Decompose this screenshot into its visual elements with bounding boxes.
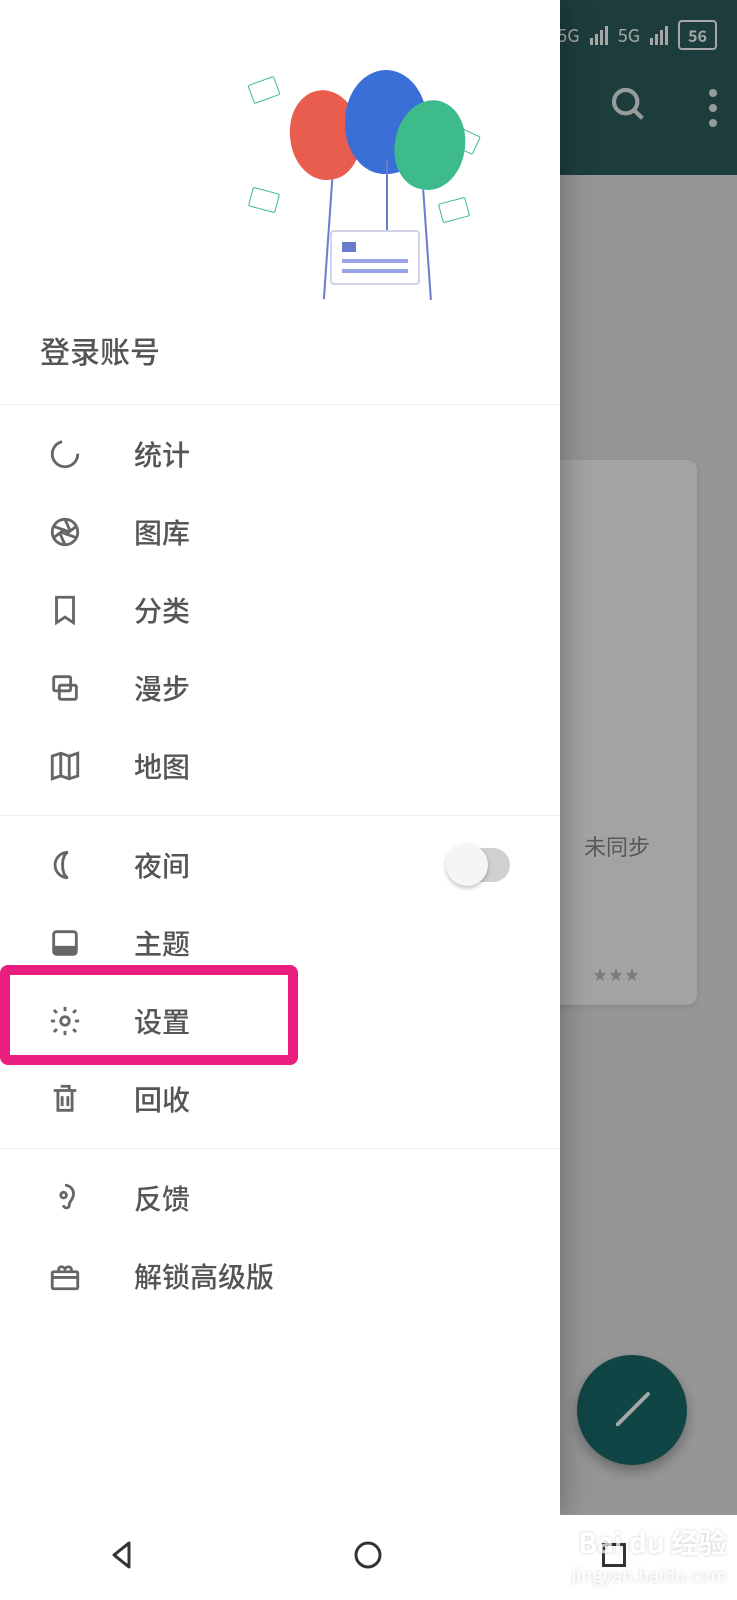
layers-icon — [48, 671, 82, 705]
moon-icon — [48, 848, 82, 882]
menu-label: 反馈 — [134, 1178, 190, 1218]
watermark-brand: Bai du 经验 — [571, 1522, 727, 1562]
gear-icon — [48, 1004, 82, 1038]
menu-label: 解锁高级版 — [134, 1256, 274, 1296]
drawer-header-illustration — [0, 0, 560, 300]
map-icon — [48, 749, 82, 783]
theme-icon — [48, 926, 82, 960]
menu-item-category[interactable]: 分类 — [0, 571, 560, 649]
menu-item-feedback[interactable]: 反馈 — [0, 1159, 560, 1237]
trash-icon — [48, 1082, 82, 1116]
home-button[interactable] — [350, 1537, 386, 1578]
login-label: 登录账号 — [40, 328, 160, 372]
menu-item-stats[interactable]: 统计 — [0, 415, 560, 493]
ear-icon — [48, 1181, 82, 1215]
menu-section-2: 夜间 主题 设置 回收 — [0, 816, 560, 1148]
menu-label: 夜间 — [134, 845, 190, 885]
login-account-button[interactable]: 登录账号 — [0, 300, 560, 404]
menu-item-unlock-premium[interactable]: 解锁高级版 — [0, 1237, 560, 1315]
watermark: Bai du 经验 jingyan.baidu.com — [571, 1522, 727, 1588]
watermark-url: jingyan.baidu.com — [571, 1562, 727, 1588]
menu-item-theme[interactable]: 主题 — [0, 904, 560, 982]
menu-label: 分类 — [134, 590, 190, 630]
envelope-icon — [330, 230, 420, 285]
menu-label: 地图 — [134, 746, 190, 786]
aperture-icon — [48, 515, 82, 549]
menu-item-settings[interactable]: 设置 — [0, 982, 560, 1060]
back-button[interactable] — [105, 1537, 141, 1578]
menu-label: 图库 — [134, 512, 190, 552]
menu-item-walk[interactable]: 漫步 — [0, 649, 560, 727]
menu-item-map[interactable]: 地图 — [0, 727, 560, 805]
menu-item-night[interactable]: 夜间 — [0, 826, 560, 904]
menu-section-1: 统计 图库 分类 漫步 地图 — [0, 405, 560, 815]
menu-label: 设置 — [134, 1001, 190, 1041]
drawer-scrim[interactable] — [560, 0, 737, 1515]
gift-icon — [48, 1259, 82, 1293]
menu-label: 主题 — [134, 923, 190, 963]
menu-label: 统计 — [134, 434, 190, 474]
menu-label: 回收 — [134, 1079, 190, 1119]
night-mode-toggle[interactable] — [450, 848, 510, 882]
menu-section-3: 反馈 解锁高级版 — [0, 1149, 560, 1325]
navigation-drawer: 登录账号 统计 图库 分类 漫步 — [0, 0, 560, 1515]
menu-item-gallery[interactable]: 图库 — [0, 493, 560, 571]
bookmark-icon — [48, 593, 82, 627]
menu-label: 漫步 — [134, 668, 190, 708]
menu-item-recycle[interactable]: 回收 — [0, 1060, 560, 1138]
circle-progress-icon — [48, 437, 82, 471]
